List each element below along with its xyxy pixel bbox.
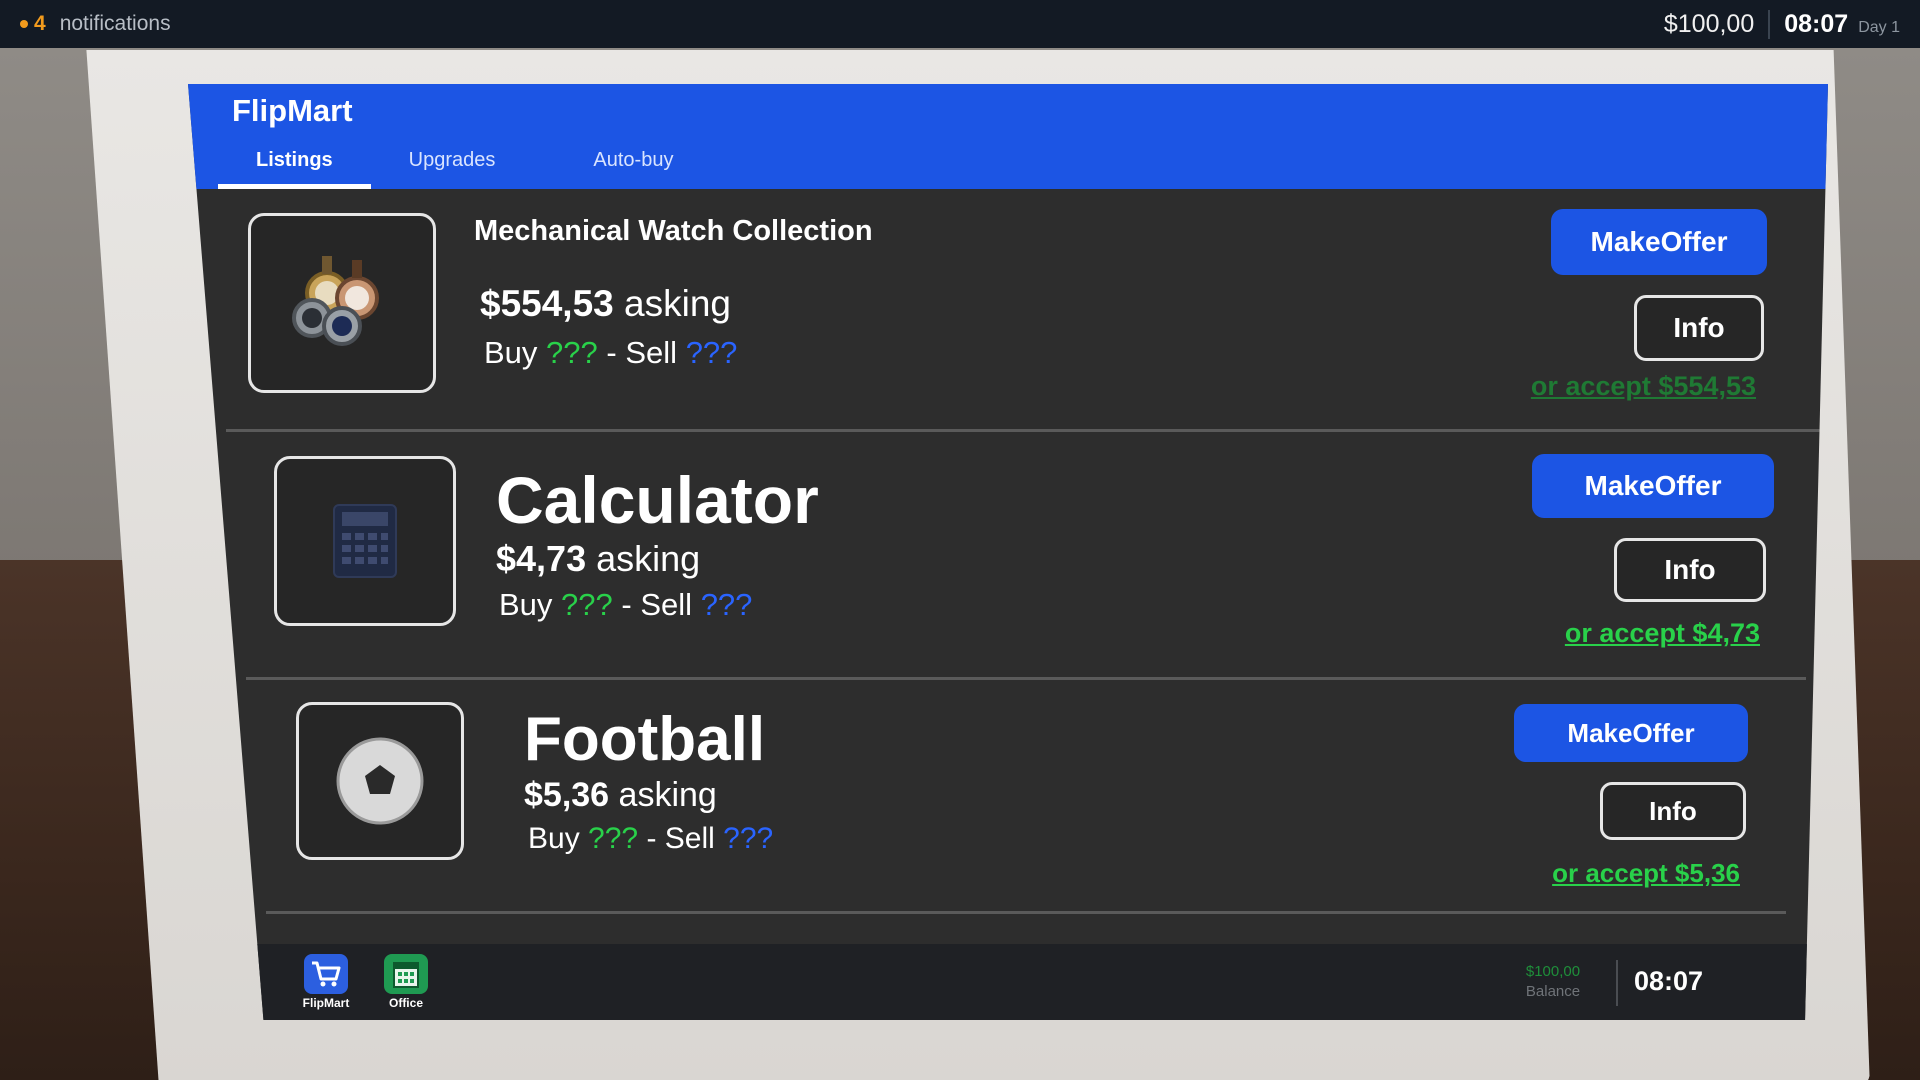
listing-price: $4,73 [496,538,587,579]
tab-listings[interactable]: Listings [218,134,371,189]
office-building-icon [384,954,428,994]
app-header: FlipMart Listings Upgrades Auto-buy [188,84,1828,189]
listing-name: Calculator [496,463,819,537]
separator-dash: - [606,335,617,370]
notification-dot-icon [20,20,28,28]
notification-count[interactable]: 4 [34,12,46,36]
listing-price-line: $554,53 asking [480,283,731,325]
buy-value: ??? [561,587,613,622]
buy-value: ??? [546,335,598,370]
asking-label: asking [596,538,701,579]
accept-price-link[interactable]: or accept $554,53 [1476,371,1756,402]
separator-dash: - [621,587,632,622]
listing-row: Football $5,36 asking Buy ??? - Sell ???… [266,680,1786,914]
tab-upgrades[interactable]: Upgrades [371,134,556,189]
taskbar-app-office[interactable]: Office [378,954,434,1010]
calculator-icon [274,456,456,626]
shopping-cart-icon [304,954,348,994]
sell-label: Sell [625,335,678,370]
buy-label: Buy [499,587,553,622]
make-offer-button[interactable]: MakeOffer [1532,454,1774,518]
listing-price: $554,53 [480,283,614,324]
info-button[interactable]: Info [1600,782,1746,840]
listing-buy-sell: Buy ??? - Sell ??? [484,335,737,371]
hud-clock: 08:07 [1784,9,1849,38]
app-title: FlipMart [232,93,353,128]
make-offer-button[interactable]: MakeOffer [1551,209,1767,275]
listing-buy-sell: Buy ??? - Sell ??? [528,822,773,856]
listing-price: $5,36 [524,776,610,814]
balance-label: Balance [1525,982,1581,1000]
hud-status: $100,00 08:07 Day 1 [1664,9,1900,39]
balance-value: $100,00 [1525,963,1581,980]
asking-label: asking [624,283,731,324]
notification-label[interactable]: notifications [60,12,171,36]
accept-price-link[interactable]: or accept $4,73 [1476,618,1760,649]
sell-label: Sell [664,822,715,855]
sell-value: ??? [700,587,753,622]
computer-screen: FlipMart Listings Upgrades Auto-buy Mech… [188,84,1828,1020]
buy-value: ??? [588,822,639,855]
listing-buy-sell: Buy ??? - Sell ??? [499,587,752,623]
taskbar-app-label: FlipMart [302,996,350,1010]
hud-day: Day 1 [1858,18,1900,36]
listing-price-line: $4,73 asking [496,538,700,580]
separator-dash: - [646,822,657,855]
taskbar-app-label: Office [388,996,423,1010]
taskbar: FlipMart Office $100,00 Balance 08:07 [188,944,1828,1020]
sell-value: ??? [685,335,738,370]
info-button[interactable]: Info [1614,538,1766,602]
taskbar-app-flipmart[interactable]: FlipMart [298,954,354,1010]
tab-bar: Listings Upgrades Auto-buy [218,134,711,189]
top-hud: 4 notifications $100,00 08:07 Day 1 [0,0,1920,48]
football-icon [296,702,464,860]
make-offer-button[interactable]: MakeOffer [1514,704,1748,762]
hud-money: $100,00 [1664,9,1771,39]
info-button[interactable]: Info [1634,295,1764,361]
taskbar-clock: 08:07 [1634,966,1704,996]
listing-price-line: $5,36 asking [524,776,717,815]
tab-auto-buy[interactable]: Auto-buy [555,134,711,189]
listing-row: Calculator $4,73 asking Buy ??? - Sell ?… [246,432,1806,680]
buy-label: Buy [528,822,580,855]
buy-label: Buy [484,335,538,370]
listing-row: Mechanical Watch Collection $554,53 aski… [226,189,1826,432]
sell-label: Sell [640,587,693,622]
accept-price-link[interactable]: or accept $5,36 [1456,858,1740,889]
taskbar-balance: $100,00 Balance [1508,962,1598,1001]
taskbar-divider [1616,960,1618,1006]
listing-name: Football [524,705,766,774]
sell-value: ??? [723,822,774,855]
watch-collection-icon [248,213,436,393]
listing-name: Mechanical Watch Collection [474,215,873,247]
asking-label: asking [618,776,717,814]
